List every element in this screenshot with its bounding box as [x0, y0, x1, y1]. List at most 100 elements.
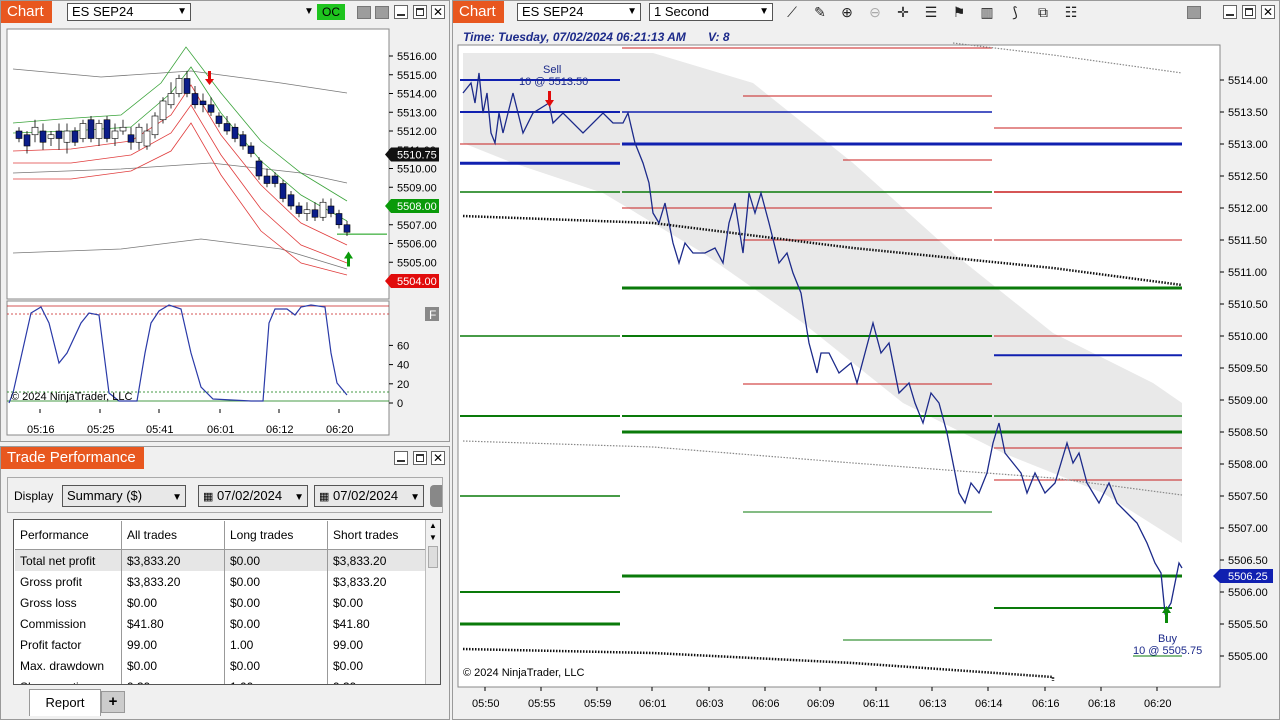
table-cell: $0.00	[327, 655, 439, 676]
left-instrument-value: ES SEP24	[72, 4, 134, 19]
table-row[interactable]: Sharpe ratio9.391.009.39	[15, 676, 439, 684]
table-row[interactable]: Profit factor 99.00 1.00 99.00	[15, 634, 439, 655]
bar-chart-icon[interactable]: ▥	[978, 4, 996, 21]
price-tick-label: 5506.00	[1228, 587, 1268, 599]
generate-button[interactable]	[430, 485, 442, 507]
table-row[interactable]: Gross profit $3,833.20 $0.00 $3,833.20	[15, 571, 439, 592]
interval-value: 1 Second	[654, 4, 709, 19]
tab-report-label: Report	[45, 695, 85, 710]
table-cell: 1.00	[224, 634, 328, 655]
display-select[interactable]: Summary ($) ▼	[62, 485, 186, 507]
price-tick-label: 5516.00	[397, 51, 437, 63]
left-chart-titlebar: Chart ES SEP24 ▼ ▼ OC ✕	[1, 1, 449, 23]
table-row[interactable]: Max. drawdown $0.00 $0.00 $0.00	[15, 655, 439, 676]
right-maximize-button[interactable]	[1242, 5, 1256, 19]
indicator-tick-label: 0	[397, 398, 403, 410]
table-row[interactable]: Total net profit $3,833.20 $0.00 $3,833.20	[15, 549, 439, 571]
date-from-picker[interactable]: ▦ 07/02/2024 ▼	[198, 485, 308, 507]
display-label: Display	[14, 489, 54, 503]
table-cell: 9.39	[327, 676, 439, 684]
time-tick-label: 06:20	[1144, 698, 1172, 710]
grey-square-icon-2[interactable]	[375, 6, 389, 19]
scroll-down-icon[interactable]: ▼	[426, 532, 440, 544]
calendar-icon: ▦	[319, 491, 330, 503]
candle	[31, 126, 39, 136]
table-row[interactable]: Gross loss $0.00 $0.00 $0.00	[15, 592, 439, 613]
zoom-in-icon[interactable]: ⊕	[838, 4, 856, 21]
right-price-chart[interactable]: 5514.00 5513.50 5513.00 5512.50 5512.00 5511.…	[453, 23, 1279, 719]
candle	[271, 175, 279, 184]
minimize-button[interactable]	[394, 5, 408, 19]
grey-square-icon-3[interactable]	[1187, 6, 1201, 19]
grey-square-icon-1[interactable]	[357, 6, 371, 19]
buy-label: Buy	[1158, 633, 1177, 645]
candle	[127, 134, 135, 143]
tp-minimize-button[interactable]	[394, 451, 408, 465]
grid-scrollbar[interactable]: ▲ ▼	[425, 520, 440, 684]
candle	[55, 130, 63, 139]
candle	[335, 213, 343, 226]
price-tick-label: 5505.00	[1228, 651, 1268, 663]
date-to-picker[interactable]: ▦ 07/02/2024 ▼	[314, 485, 424, 507]
candle	[255, 160, 263, 177]
price-tick-label: 5507.00	[397, 220, 437, 232]
candle	[223, 123, 231, 132]
time-tick-label: 06:06	[752, 698, 780, 710]
plus-icon: +	[108, 693, 118, 710]
dropdown-triangle-icon[interactable]: ▼	[304, 6, 314, 17]
price-tick-label: 5513.00	[1228, 139, 1268, 151]
price-tick-label: 5514.00	[397, 89, 437, 101]
left-indicator-panel	[6, 300, 390, 436]
pencil-icon[interactable]: ✎	[811, 4, 829, 21]
candle	[343, 224, 351, 233]
tab-add-button[interactable]: +	[101, 691, 125, 713]
table-cell: Profit factor	[15, 634, 122, 655]
candle	[191, 93, 199, 106]
oc-button[interactable]: OC	[317, 4, 345, 20]
share-icon[interactable]: ⧉	[1034, 4, 1052, 21]
zoom-out-icon[interactable]: ⊖	[866, 4, 884, 21]
table-cell: Commission	[15, 613, 122, 634]
right-chart-titlebar: Chart ES SEP24 ▼ 1 Second ▼ ⟋ ✎ ⊕ ⊖ ✛ ☰ …	[453, 1, 1279, 23]
right-close-button[interactable]: ✕	[1261, 5, 1275, 19]
close-button[interactable]: ✕	[431, 5, 445, 19]
chevron-down-icon: ▼	[177, 6, 187, 17]
table-cell: $3,833.20	[121, 549, 225, 571]
scroll-thumb[interactable]	[428, 546, 438, 568]
right-instrument-selector[interactable]: ES SEP24 ▼	[517, 3, 641, 21]
tp-maximize-button[interactable]	[413, 451, 427, 465]
table-cell: $0.00	[224, 655, 328, 676]
time-tick-label: 05:50	[472, 698, 500, 710]
tp-close-button[interactable]: ✕	[431, 451, 445, 465]
properties-icon[interactable]: ☰	[922, 4, 940, 21]
strategy-icon[interactable]: ⟆	[1006, 4, 1024, 21]
flag-icon[interactable]: ⚑	[950, 4, 968, 21]
column-header[interactable]: All trades	[121, 521, 225, 550]
crosshair-icon[interactable]: ✛	[894, 4, 912, 21]
price-tick-label: 5508.00	[1228, 459, 1268, 471]
tab-report[interactable]: Report	[29, 689, 101, 716]
table-cell: Max. drawdown	[15, 655, 122, 676]
scroll-up-icon[interactable]: ▲	[426, 520, 440, 532]
candle	[71, 130, 79, 143]
column-header[interactable]: Performance	[15, 521, 122, 550]
candle	[15, 130, 23, 139]
left-instrument-selector[interactable]: ES SEP24 ▼	[67, 3, 191, 21]
column-header[interactable]: Long trades	[224, 521, 328, 550]
column-header[interactable]: Short trades	[327, 521, 439, 550]
display-value: Summary ($)	[67, 488, 143, 503]
settings-icon[interactable]: ☷	[1062, 4, 1080, 21]
table-row[interactable]: Commission $41.80 $0.00 $41.80	[15, 613, 439, 634]
right-minimize-button[interactable]	[1223, 5, 1237, 19]
last-price-text: 5506.25	[1228, 571, 1268, 583]
candle	[23, 134, 31, 147]
left-price-chart[interactable]: 5516.005515.005514.005513.005512.005511.…	[1, 23, 449, 441]
interval-selector[interactable]: 1 Second ▼	[649, 3, 773, 21]
line-chart-icon[interactable]: ⟋	[783, 4, 801, 21]
price-tick-label: 5512.00	[1228, 203, 1268, 215]
candle	[311, 209, 319, 218]
time-tick-label: 06:12	[266, 424, 294, 436]
maximize-button[interactable]	[413, 5, 427, 19]
candle	[103, 119, 111, 139]
time-tick-label: 06:11	[863, 698, 890, 710]
